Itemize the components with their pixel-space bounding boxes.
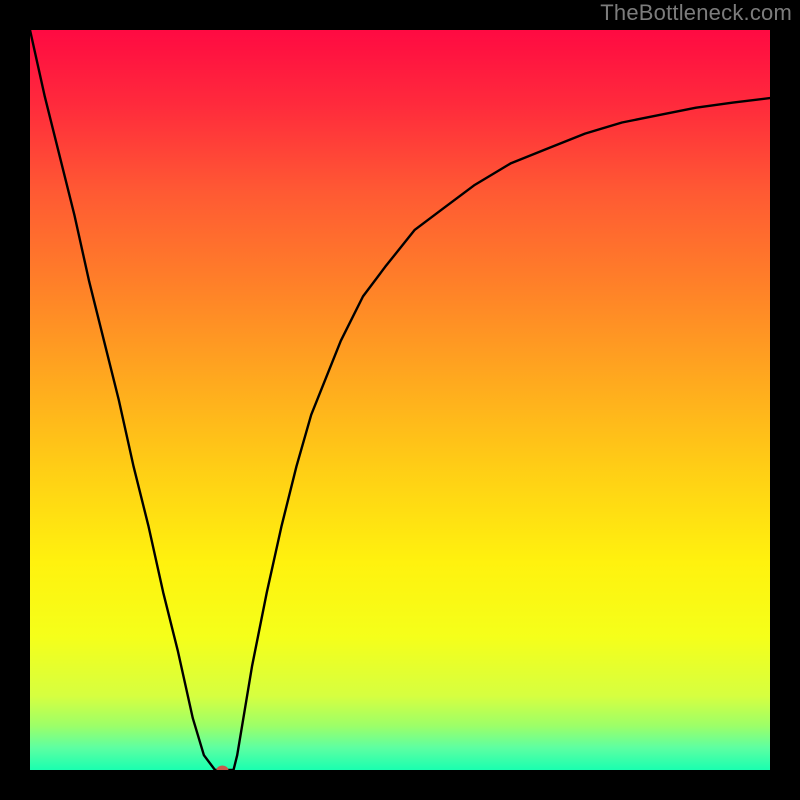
- watermark-label: TheBottleneck.com: [600, 0, 792, 26]
- plot-area: [30, 30, 770, 770]
- chart-frame: TheBottleneck.com: [0, 0, 800, 800]
- gradient-background: [30, 30, 770, 770]
- chart-svg: [30, 30, 770, 770]
